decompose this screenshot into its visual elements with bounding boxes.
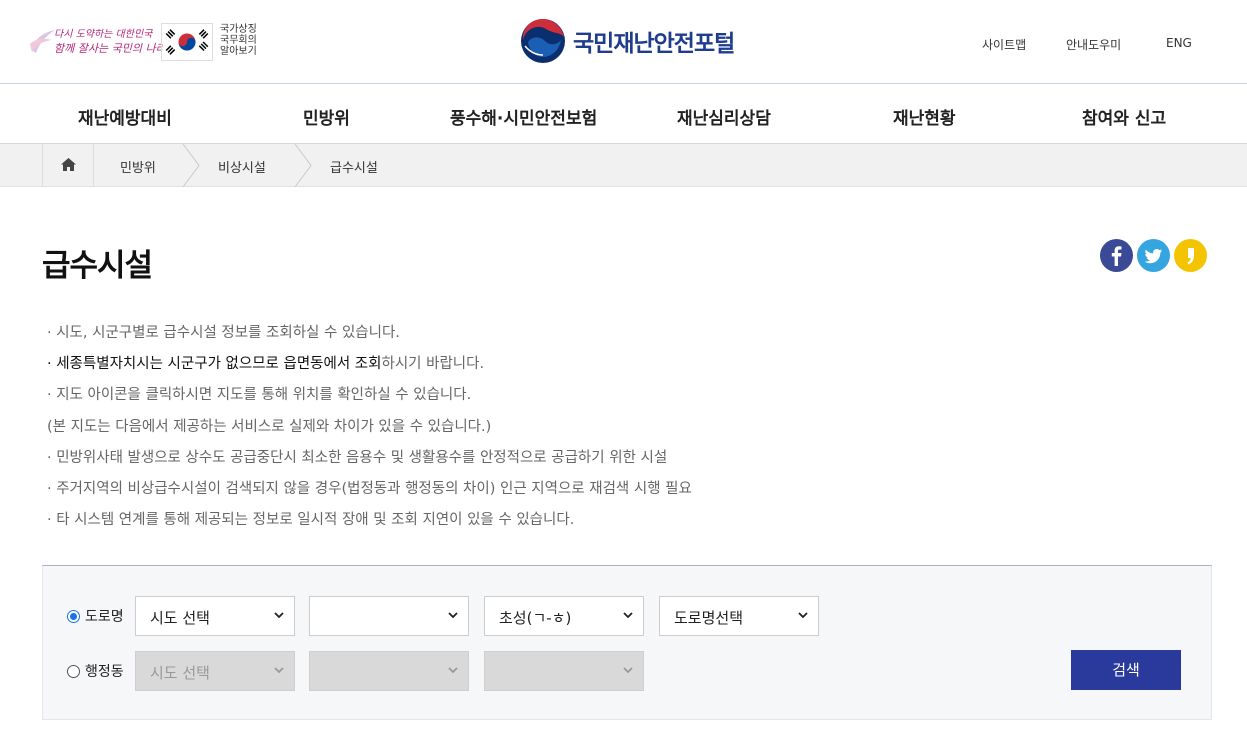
notice-text: · 지도 아이콘을 클릭하시면 지도를 통해 위치를 확인하실 수 있습니다. <box>47 387 472 404</box>
header: 다시 도약하는 대한민국 함께 잘사는 국민의 나라 국가상징 국무회의 알아보… <box>0 0 1247 84</box>
notice-item: · 지도 아이콘을 클릭하시면 지도를 통해 위치를 확인하실 수 있습니다. <box>47 380 1207 411</box>
search-form: 도로명 시도 선택 초성(ㄱ-ㅎ) 도로명선택 행정동 시도 선택 검색 <box>42 565 1212 720</box>
notice-text: (본 지도는 다음에서 제공하는 서비스로 실제와 차이가 있을 수 있습니다.… <box>47 418 492 435</box>
gnb-item-disaster-prevention[interactable]: 재난예방대비 <box>78 104 172 129</box>
road-initial-consonant-select[interactable]: 초성(ㄱ-ㅎ) <box>484 596 644 636</box>
english-link[interactable]: ENG <box>1166 36 1192 50</box>
facebook-icon <box>1111 246 1122 266</box>
chevron-down-icon <box>274 612 284 619</box>
slogan-line1: 다시 도약하는 대한민국 <box>54 29 153 40</box>
notice-item: · 타 시스템 연계를 통해 제공되는 정보로 일시적 장애 및 조회 지연이 … <box>47 505 1207 536</box>
admin-dong-option[interactable]: 행정동 <box>67 661 124 681</box>
main-navigation: 재난예방대비 민방위 풍수해·시민안전보험 재난심리상담 재난현황 참여와 신고 <box>0 84 1247 144</box>
notice-item: (본 지도는 다음에서 제공하는 서비스로 실제와 차이가 있을 수 있습니다.… <box>47 412 1207 443</box>
kakaostory-icon <box>1187 248 1194 265</box>
notice-item: · 세종특별자치시는 시군구가 없으므로 읍면동에서 조회하시기 바랍니다. <box>47 349 1207 380</box>
breadcrumb-item-water-facility[interactable]: 급수시설 <box>330 157 378 176</box>
breadcrumb-separator-icon <box>294 144 312 187</box>
chevron-down-icon <box>623 667 633 674</box>
taegukgi-icon[interactable] <box>161 23 213 61</box>
sitemap-link[interactable]: 사이트맵 <box>982 36 1026 53</box>
facebook-share-button[interactable] <box>1100 239 1133 272</box>
notice-emphasis: · 세종특별자치시는 시군구가 없으므로 읍면동에서 조회 <box>47 356 382 373</box>
breadcrumb-item-emergency-facility[interactable]: 비상시설 <box>218 157 266 176</box>
gnb-item-insurance[interactable]: 풍수해·시민안전보험 <box>450 104 597 129</box>
chevron-down-icon <box>274 667 284 674</box>
notice-item: · 민방위사태 발생으로 상수도 공급중단시 최소한 음용수 및 생활용수를 안… <box>47 443 1207 474</box>
road-initial-consonant-value: 초성(ㄱ-ㅎ) <box>499 609 572 627</box>
notice-text: · 민방위사태 발생으로 상수도 공급중단시 최소한 음용수 및 생활용수를 안… <box>47 449 668 466</box>
chevron-down-icon <box>798 612 808 619</box>
guide-helper-link[interactable]: 안내도우미 <box>1066 36 1121 53</box>
notice-item: · 주거지역의 비상급수시설이 검색되지 않을 경우(법정동과 행정동의 차이)… <box>47 474 1207 505</box>
page-title: 급수시설 <box>42 248 153 284</box>
national-symbol-link[interactable]: 국가상징 국무회의 알아보기 <box>220 24 270 57</box>
breadcrumb-item-civil-defense[interactable]: 민방위 <box>120 157 156 176</box>
site-name: 국민재난안전포털 <box>573 31 735 57</box>
twitter-share-button[interactable] <box>1137 239 1170 272</box>
road-name-select[interactable]: 도로명선택 <box>659 596 819 636</box>
road-address-radio[interactable] <box>67 609 80 623</box>
notice-item: · 시도, 시군구별로 급수시설 정보를 조회하실 수 있습니다. <box>47 318 1207 349</box>
home-icon <box>61 158 76 171</box>
chevron-down-icon <box>448 667 458 674</box>
gnb-item-civil-defense[interactable]: 민방위 <box>303 104 350 129</box>
admin-dong-radio[interactable] <box>67 664 80 678</box>
slogan-banner[interactable]: 다시 도약하는 대한민국 함께 잘사는 국민의 나라 <box>28 22 166 62</box>
road-sido-select[interactable]: 시도 선택 <box>135 596 295 636</box>
notice-text: · 주거지역의 비상급수시설이 검색되지 않을 경우(법정동과 행정동의 차이)… <box>47 481 692 498</box>
road-sido-value: 시도 선택 <box>150 609 210 627</box>
notice-list: · 시도, 시군구별로 급수시설 정보를 조회하실 수 있습니다. · 세종특별… <box>47 318 1207 536</box>
admin-dong-label: 행정동 <box>85 664 124 680</box>
chevron-down-icon <box>448 612 458 619</box>
admin-dong-select[interactable] <box>484 651 644 691</box>
gnb-item-counseling[interactable]: 재난심리상담 <box>677 104 771 129</box>
admin-sigungu-select[interactable] <box>309 651 469 691</box>
breadcrumb-home[interactable] <box>42 144 94 187</box>
national-symbol-line1: 국가상징 <box>220 24 257 35</box>
gnb-item-participation[interactable]: 참여와 신고 <box>1082 104 1166 129</box>
breadcrumb-separator-icon <box>182 144 200 187</box>
government-emblem-icon <box>521 19 565 63</box>
search-button[interactable]: 검색 <box>1071 650 1181 690</box>
national-symbol-line3: 알아보기 <box>220 46 257 57</box>
notice-text: · 시도, 시군구별로 급수시설 정보를 조회하실 수 있습니다. <box>47 325 400 341</box>
road-name-value: 도로명선택 <box>674 609 744 627</box>
admin-sido-value: 시도 선택 <box>150 664 210 682</box>
chevron-down-icon <box>623 612 633 619</box>
breadcrumb: 민방위 비상시설 급수시설 <box>0 144 1247 187</box>
notice-text: · 타 시스템 연계를 통해 제공되는 정보로 일시적 장애 및 조회 지연이 … <box>47 512 575 529</box>
slogan-line2: 함께 잘사는 국민의 나라 <box>54 42 166 55</box>
national-symbol-line2: 국무회의 <box>220 35 257 46</box>
twitter-icon <box>1144 249 1162 264</box>
admin-sido-select[interactable]: 시도 선택 <box>135 651 295 691</box>
gnb-item-disaster-status[interactable]: 재난현황 <box>893 104 956 129</box>
road-address-option[interactable]: 도로명 <box>67 606 124 626</box>
road-sigungu-select[interactable] <box>309 596 469 636</box>
kakaostory-share-button[interactable] <box>1174 239 1207 272</box>
site-logo[interactable]: 국민재난안전포털 <box>520 18 760 64</box>
road-address-label: 도로명 <box>85 609 124 625</box>
notice-text: 하시기 바랍니다. <box>381 356 485 373</box>
